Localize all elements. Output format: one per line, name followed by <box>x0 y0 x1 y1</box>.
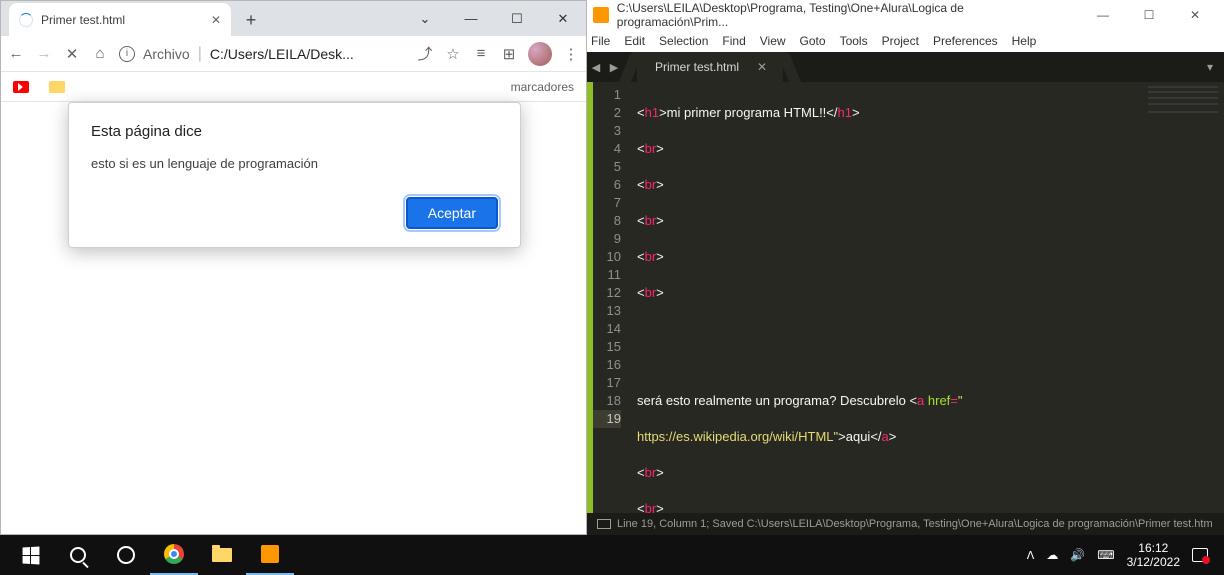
chevron-down-icon[interactable]: ⌄ <box>402 1 448 36</box>
maximize-icon[interactable]: ☐ <box>494 1 540 36</box>
start-button[interactable] <box>6 535 54 575</box>
chrome-taskbar-icon[interactable] <box>150 535 198 575</box>
address-bar[interactable]: i Archivo | C:/Users/LEILA/Desk... <box>119 40 406 68</box>
explorer-taskbar-icon[interactable] <box>198 535 246 575</box>
sublime-titlebar: C:\Users\LEILA\Desktop\Programa, Testing… <box>587 0 1224 30</box>
alert-dialog: Esta página dice esto si es un lenguaje … <box>68 102 521 248</box>
sublime-logo-icon <box>593 7 609 23</box>
menu-selection[interactable]: Selection <box>659 34 708 48</box>
clock-time: 16:12 <box>1127 541 1180 555</box>
stop-button[interactable]: ✕ <box>63 45 81 63</box>
dialog-title: Esta página dice <box>91 123 498 140</box>
close-tab-icon[interactable]: ✕ <box>757 60 767 74</box>
chrome-window: Primer test.html ✕ + ⌄ ― ☐ ✕ ← → ✕ ⌂ i A… <box>0 0 587 535</box>
code-content[interactable]: <h1>mi primer programa HTML!!</h1> <br> … <box>629 82 1224 513</box>
onedrive-icon[interactable]: ☁ <box>1046 548 1058 562</box>
panel-icon[interactable] <box>597 519 611 529</box>
close-icon[interactable]: ✕ <box>540 1 586 36</box>
search-button[interactable] <box>54 535 102 575</box>
addr-file-label: Archivo <box>143 46 190 62</box>
star-icon[interactable]: ☆ <box>444 45 462 63</box>
window-controls: ⌄ ― ☐ ✕ <box>402 1 586 36</box>
menu-preferences[interactable]: Preferences <box>933 34 998 48</box>
back-button[interactable]: ← <box>7 45 25 62</box>
windows-taskbar: ᐱ ☁ 🔊 ⌨ 16:12 3/12/2022 <box>0 535 1224 575</box>
minimap[interactable] <box>1142 82 1224 513</box>
sublime-editor[interactable]: 12345678910111213141516171819 <h1>mi pri… <box>587 82 1224 513</box>
cortana-button[interactable] <box>102 535 150 575</box>
sublime-window: C:\Users\LEILA\Desktop\Programa, Testing… <box>587 0 1224 535</box>
tray-overflow-icon[interactable]: ᐱ <box>1027 549 1035 562</box>
clock-date: 3/12/2022 <box>1127 555 1180 569</box>
menu-edit[interactable]: Edit <box>624 34 645 48</box>
sublime-statusbar: Line 19, Column 1; Saved C:\Users\LEILA\… <box>587 513 1224 535</box>
chrome-viewport: Esta página dice esto si es un lenguaje … <box>1 102 586 534</box>
home-button[interactable]: ⌂ <box>91 45 109 62</box>
close-tab-icon[interactable]: ✕ <box>211 13 221 27</box>
share-icon[interactable]: ⤴ <box>416 43 434 64</box>
sublime-menubar: File Edit Selection Find View Goto Tools… <box>587 30 1224 52</box>
minimize-icon[interactable]: ― <box>1080 0 1126 30</box>
reading-list-icon[interactable]: ≡ <box>472 45 490 62</box>
chrome-toolbar: ← → ✕ ⌂ i Archivo | C:/Users/LEILA/Desk.… <box>1 36 586 72</box>
bookmarks-bar: marcadores <box>1 72 586 102</box>
system-tray: ᐱ ☁ 🔊 ⌨ 16:12 3/12/2022 <box>1027 541 1218 569</box>
taskbar-clock[interactable]: 16:12 3/12/2022 <box>1127 541 1180 569</box>
line-numbers: 12345678910111213141516171819 <box>593 82 629 513</box>
chrome-titlebar: Primer test.html ✕ + ⌄ ― ☐ ✕ <box>1 1 586 36</box>
profile-avatar[interactable] <box>528 42 552 66</box>
sublime-tab-title: Primer test.html <box>655 60 739 74</box>
sublime-tabbar: ◀ ▶ Primer test.html ✕ ▾ <box>587 52 1224 82</box>
forward-button: → <box>35 45 53 62</box>
loading-spinner-icon <box>19 13 33 27</box>
addr-separator: | <box>198 45 202 63</box>
kebab-menu-icon[interactable]: ⋮ <box>562 45 580 63</box>
accept-button[interactable]: Aceptar <box>406 197 498 229</box>
dialog-message: esto si es un lenguaje de programación <box>91 156 498 171</box>
tab-scroll-left-icon[interactable]: ◀ <box>587 52 605 82</box>
sublime-tab[interactable]: Primer test.html ✕ <box>637 52 783 82</box>
menu-goto[interactable]: Goto <box>800 34 826 48</box>
menu-project[interactable]: Project <box>882 34 919 48</box>
chrome-tab[interactable]: Primer test.html ✕ <box>9 3 231 36</box>
tab-dropdown-icon[interactable]: ▾ <box>1196 60 1224 74</box>
action-center-icon[interactable] <box>1192 548 1208 562</box>
minimize-icon[interactable]: ― <box>448 1 494 36</box>
maximize-icon[interactable]: ☐ <box>1126 0 1172 30</box>
menu-file[interactable]: File <box>591 34 610 48</box>
keyboard-icon[interactable]: ⌨ <box>1097 548 1114 562</box>
sublime-taskbar-icon[interactable] <box>246 535 294 575</box>
menu-view[interactable]: View <box>760 34 786 48</box>
folder-bookmark-icon[interactable] <box>49 81 65 93</box>
sublime-title-path: C:\Users\LEILA\Desktop\Programa, Testing… <box>617 1 1072 29</box>
new-tab-button[interactable]: + <box>237 6 265 34</box>
volume-icon[interactable]: 🔊 <box>1070 548 1085 562</box>
info-icon[interactable]: i <box>119 46 135 62</box>
addr-path: C:/Users/LEILA/Desk... <box>210 46 354 62</box>
youtube-bookmark-icon[interactable] <box>13 81 29 93</box>
puzzle-icon[interactable]: ⊞ <box>500 45 518 63</box>
menu-tools[interactable]: Tools <box>840 34 868 48</box>
menu-find[interactable]: Find <box>722 34 745 48</box>
tab-title: Primer test.html <box>41 13 125 27</box>
bookmarks-hint: marcadores <box>511 80 574 94</box>
status-text: Line 19, Column 1; Saved C:\Users\LEILA\… <box>617 518 1213 530</box>
menu-help[interactable]: Help <box>1012 34 1037 48</box>
close-icon[interactable]: ✕ <box>1172 0 1218 30</box>
